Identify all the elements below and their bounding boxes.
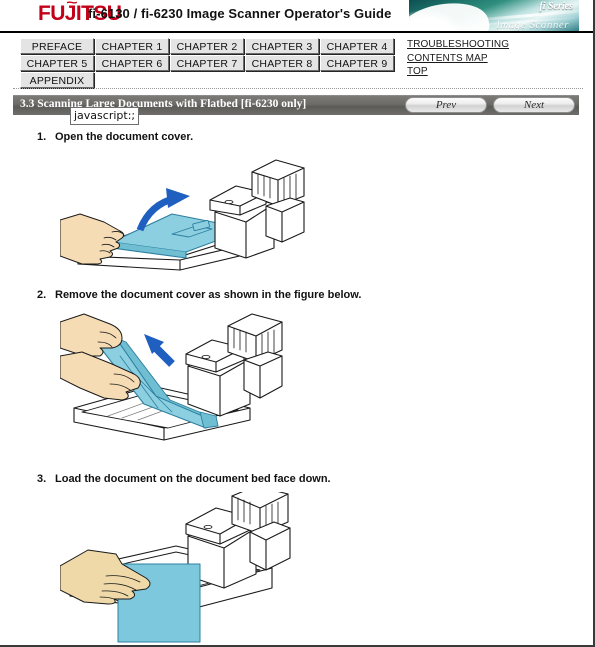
nav-button-chapter-6[interactable]: CHAPTER 6 bbox=[95, 55, 169, 71]
nav-button-preface[interactable]: PREFACE bbox=[20, 38, 94, 54]
banner-brand-mark: fi Series bbox=[539, 1, 573, 12]
section-title: 3.3 Scanning Large Documents with Flatbe… bbox=[20, 98, 307, 110]
step-1-text: Open the document cover. bbox=[55, 131, 194, 143]
figure-remove-document-cover-svg bbox=[59, 313, 283, 441]
nav-button-chapter-5[interactable]: CHAPTER 5 bbox=[20, 55, 94, 71]
fujitsu-logo-tilde: ~ bbox=[66, 0, 77, 10]
prev-button[interactable]: Prev bbox=[405, 97, 487, 113]
nav-row-1: PREFACE CHAPTER 1 CHAPTER 2 CHAPTER 3 CH… bbox=[20, 38, 400, 54]
nav-button-chapter-1[interactable]: CHAPTER 1 bbox=[95, 38, 169, 54]
step-1: 1. Open the document cover. bbox=[37, 131, 193, 143]
chapter-navigation: PREFACE CHAPTER 1 CHAPTER 2 CHAPTER 3 CH… bbox=[20, 38, 400, 89]
step-3: 3. Load the document on the document bed … bbox=[37, 473, 331, 485]
browser-page: ~ FUJITSU fi-6130 / fi-6230 Image Scanne… bbox=[0, 0, 595, 647]
figure-open-document-cover bbox=[59, 152, 310, 277]
figure-open-document-cover-svg bbox=[59, 159, 305, 271]
banner-swoosh-shape bbox=[409, 0, 493, 31]
header-dotted-separator bbox=[13, 88, 583, 90]
nav-button-chapter-7[interactable]: CHAPTER 7 bbox=[170, 55, 244, 71]
page-header: ~ FUJITSU fi-6130 / fi-6230 Image Scanne… bbox=[0, 0, 593, 31]
next-button[interactable]: Next bbox=[493, 97, 575, 113]
link-troubleshooting[interactable]: TROUBLESHOOTING bbox=[407, 38, 509, 52]
nav-button-appendix[interactable]: APPENDIX bbox=[20, 72, 94, 88]
step-3-text: Load the document on the document bed fa… bbox=[55, 473, 331, 485]
nav-button-chapter-4[interactable]: CHAPTER 4 bbox=[320, 38, 394, 54]
link-top[interactable]: TOP bbox=[407, 65, 509, 79]
utility-links: TROUBLESHOOTING CONTENTS MAP TOP bbox=[407, 38, 509, 79]
header-divider bbox=[0, 31, 593, 33]
step-2: 2. Remove the document cover as shown in … bbox=[37, 289, 361, 301]
nav-button-chapter-2[interactable]: CHAPTER 2 bbox=[170, 38, 244, 54]
step-3-number: 3. bbox=[37, 473, 47, 485]
nav-row-3: APPENDIX bbox=[20, 72, 400, 88]
nav-button-chapter-3[interactable]: CHAPTER 3 bbox=[245, 38, 319, 54]
nav-button-chapter-8[interactable]: CHAPTER 8 bbox=[245, 55, 319, 71]
figure-remove-document-cover bbox=[59, 312, 310, 447]
nav-row-2: CHAPTER 5 CHAPTER 6 CHAPTER 7 CHAPTER 8 … bbox=[20, 55, 400, 71]
step-1-number: 1. bbox=[37, 131, 47, 143]
status-tooltip: javascript:; bbox=[70, 107, 140, 125]
nav-button-chapter-9[interactable]: CHAPTER 9 bbox=[320, 55, 394, 71]
figure-load-document-face-down-svg bbox=[59, 485, 291, 643]
remove-cover-arrow-icon bbox=[144, 334, 175, 367]
fi-series-banner-image: fi Series Image Scanner bbox=[409, 0, 579, 31]
link-contents-map[interactable]: CONTENTS MAP bbox=[407, 52, 509, 66]
step-2-text: Remove the document cover as shown in th… bbox=[55, 289, 362, 301]
figure-load-document-face-down bbox=[59, 485, 320, 645]
banner-script-word: Image Scanner bbox=[496, 19, 569, 31]
step-2-number: 2. bbox=[37, 289, 47, 301]
page-title: fi-6130 / fi-6230 Image Scanner Operator… bbox=[88, 6, 392, 21]
